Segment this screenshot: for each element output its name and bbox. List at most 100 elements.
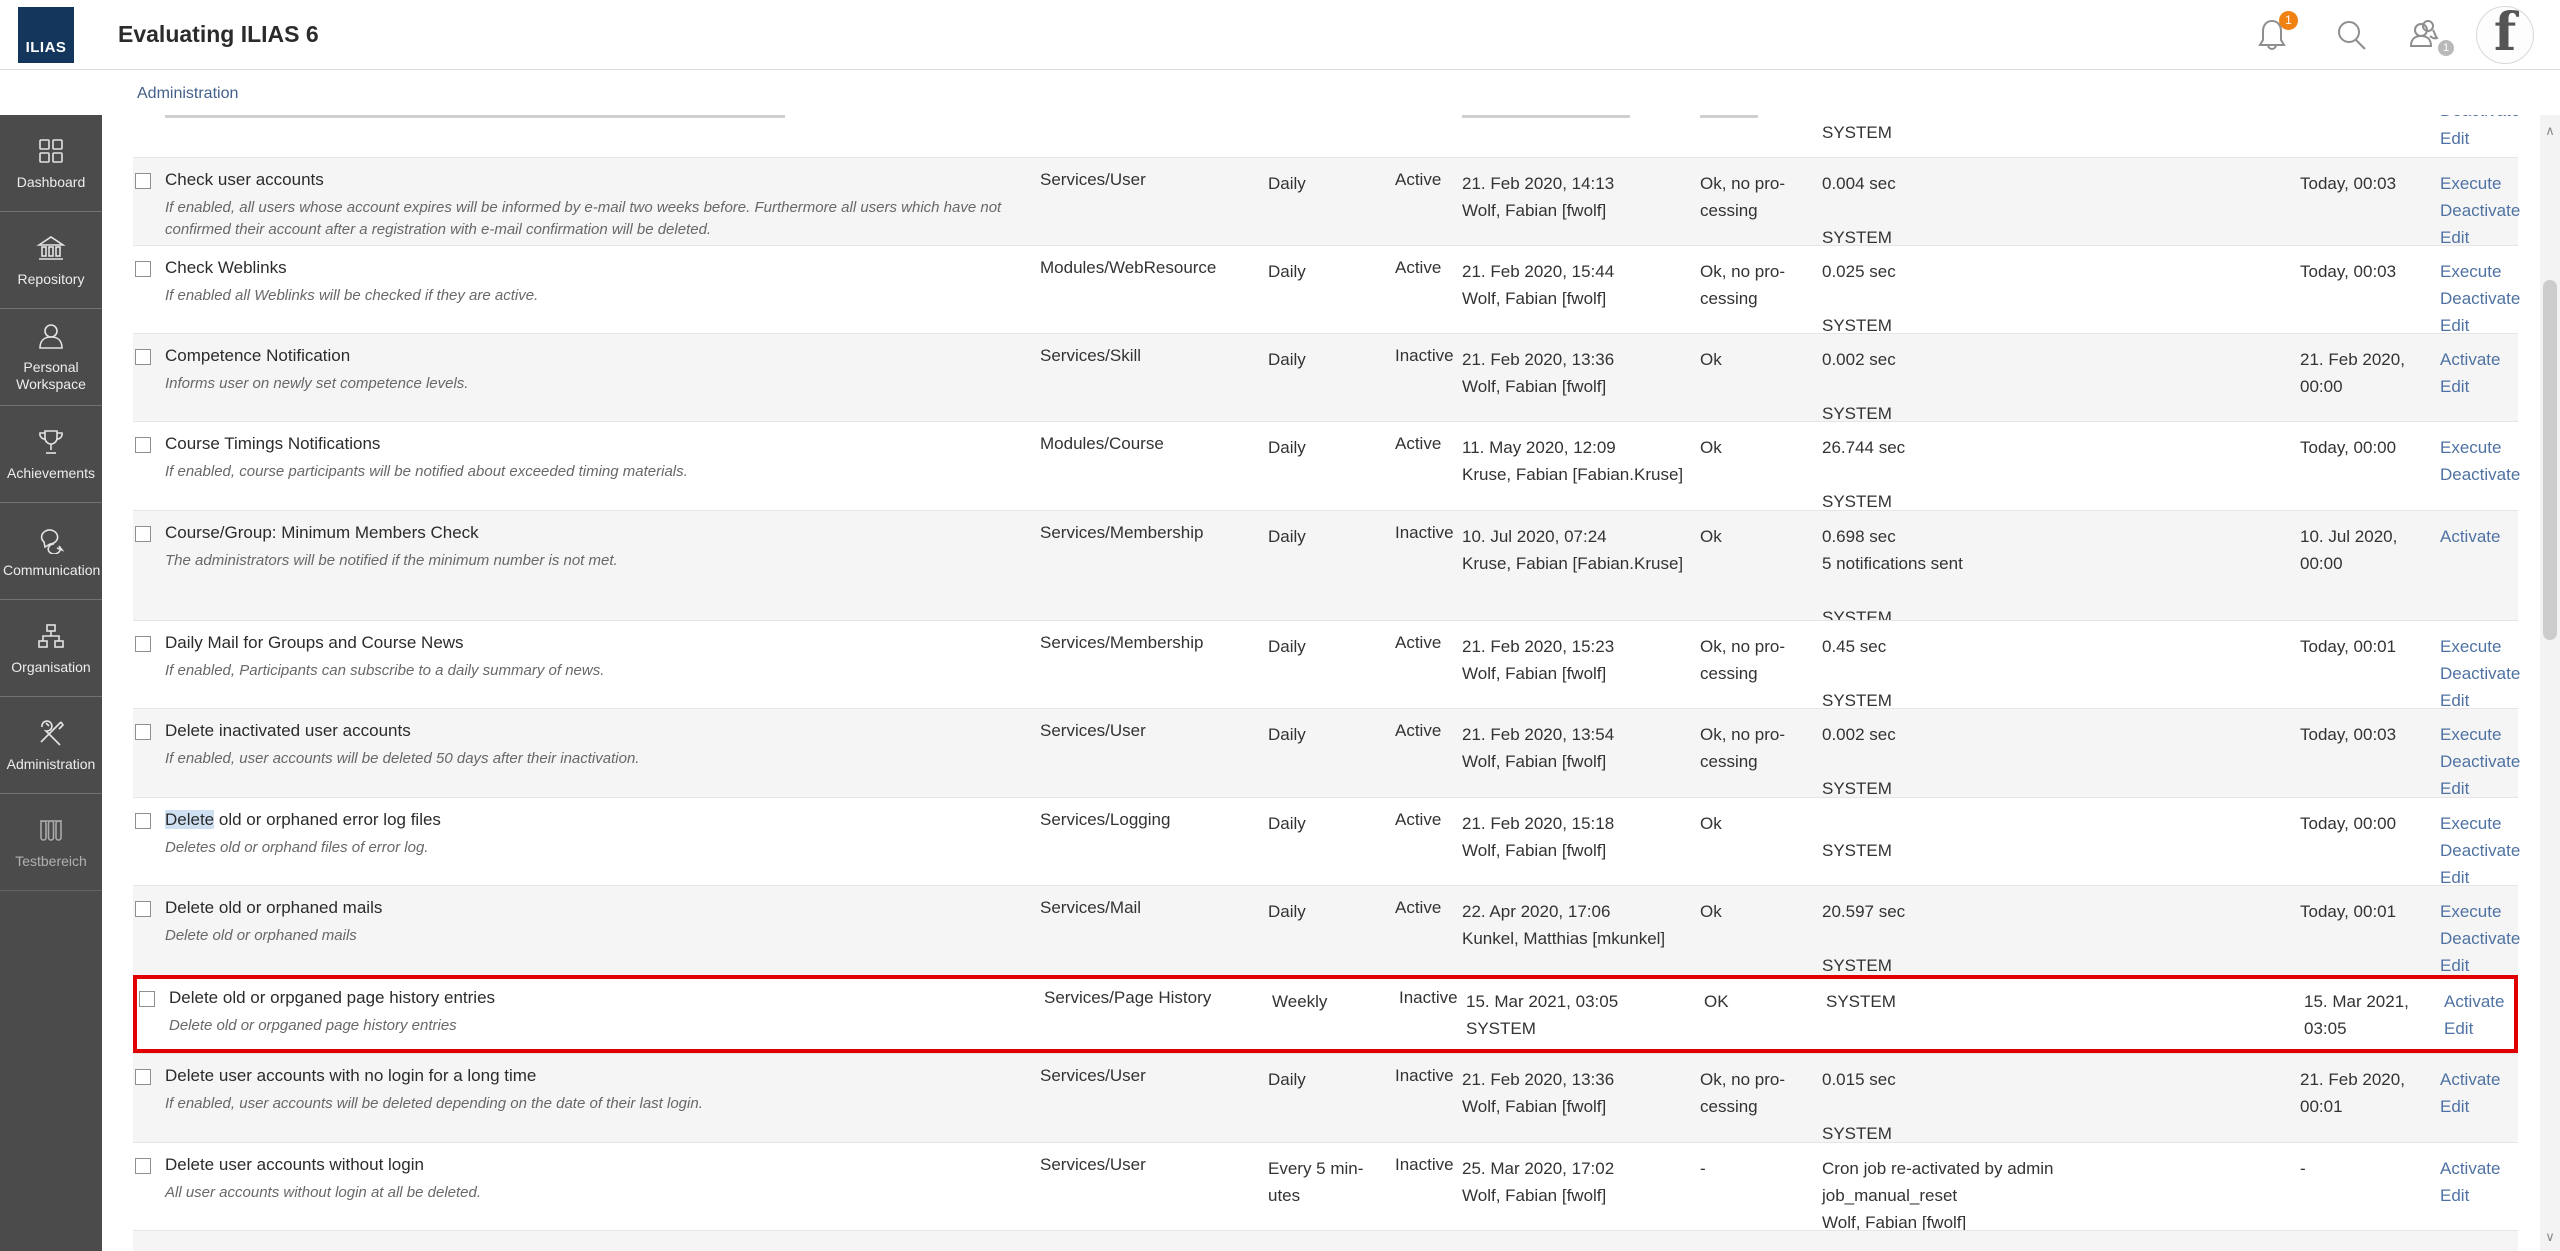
job-last-run: - xyxy=(2300,1155,2440,1236)
job-actions: Activate xyxy=(2440,523,2518,631)
job-component: Services/Logging xyxy=(1040,810,1268,891)
action-link-deactivate[interactable]: Deactivate xyxy=(2440,197,2518,224)
row-checkbox[interactable] xyxy=(135,724,151,740)
action-link-execute[interactable]: Execute xyxy=(2440,170,2518,197)
job-actions: ExecuteDeactivateEdit xyxy=(2440,633,2518,714)
action-link-execute[interactable]: Execute xyxy=(2440,898,2518,925)
action-link-edit[interactable]: Edit xyxy=(2440,1093,2518,1120)
row-checkbox[interactable] xyxy=(135,437,151,453)
action-link-edit[interactable]: Edit xyxy=(2444,1015,2522,1042)
ilias-logo[interactable]: ILIAS xyxy=(18,7,74,63)
action-link-execute[interactable]: Execute xyxy=(2440,258,2518,285)
scrollbar-thumb[interactable] xyxy=(2543,280,2557,640)
scroll-up-arrow[interactable]: ∧ xyxy=(2540,121,2560,141)
job-status: Inactive xyxy=(1395,1066,1462,1147)
sidebar-item-personal-workspace[interactable]: Personal Workspace xyxy=(0,309,102,406)
job-title: Course/Group: Minimum Members Check xyxy=(165,523,1040,543)
sidebar-item-repository[interactable]: Repository xyxy=(0,212,102,309)
sidebar-item-testbereich[interactable]: Testbereich xyxy=(0,794,102,891)
vertical-scrollbar[interactable]: ∧ ∨ xyxy=(2540,115,2560,1251)
notifications-button[interactable]: 1 xyxy=(2253,16,2291,54)
job-actions: ActivateEdit xyxy=(2440,1155,2518,1236)
job-result: Ok, no pro-cessing xyxy=(1700,170,1822,251)
task-cell: Course/Group: Minimum Members CheckThe a… xyxy=(165,523,1040,631)
job-result: Ok xyxy=(1700,523,1822,631)
job-result-info: 0.004 sec SYSTEM xyxy=(1822,170,2300,251)
action-link-execute[interactable]: Execute xyxy=(2440,434,2518,461)
job-description: Informs user on newly set competence lev… xyxy=(165,373,1015,395)
job-result: Ok, no pro-cessing xyxy=(1700,633,1822,714)
job-result: Ok xyxy=(1700,346,1822,427)
job-schedule: Daily xyxy=(1268,1066,1395,1147)
row-checkbox[interactable] xyxy=(135,901,151,917)
row-checkbox[interactable] xyxy=(135,526,151,542)
job-result: Ok, no pro-cessing xyxy=(1700,1066,1822,1147)
action-link-deactivate[interactable]: Deactivate xyxy=(2440,660,2518,687)
action-link-execute[interactable]: Execute xyxy=(2440,721,2518,748)
job-schedule: Every 5 min-utes xyxy=(1268,1155,1395,1236)
scroll-down-arrow[interactable]: ∨ xyxy=(2540,1227,2560,1247)
action-link-activate[interactable]: Activate xyxy=(2440,1066,2518,1093)
row-checkbox[interactable] xyxy=(135,261,151,277)
task-cell: Check WeblinksIf enabled all Weblinks wi… xyxy=(165,258,1040,339)
sidebar-item-communication[interactable]: Communication xyxy=(0,503,102,600)
search-button[interactable] xyxy=(2332,16,2370,54)
action-link-deactivate[interactable]: Deactivate xyxy=(2440,925,2518,952)
cron-job-row-partial: SYSTEM Deactivate Edit xyxy=(133,115,2518,157)
sidebar-item-organisation[interactable]: Organisation xyxy=(0,600,102,697)
action-link-edit[interactable]: Edit xyxy=(2440,373,2518,400)
job-result-info: 20.597 sec SYSTEM xyxy=(1822,898,2300,979)
job-status: Inactive xyxy=(1395,523,1462,631)
job-result-info: SYSTEM xyxy=(1822,810,2300,891)
job-actions: ExecuteDeactivateEdit xyxy=(2440,810,2518,891)
job-component: Services/User xyxy=(1040,170,1268,251)
job-schedule: Daily xyxy=(1268,633,1395,714)
action-link-deactivate[interactable]: Deactivate xyxy=(2440,461,2518,488)
sidebar-label: Testbereich xyxy=(3,853,99,870)
action-link-activate[interactable]: Activate xyxy=(2440,346,2518,373)
cron-job-row: Delete old or orphaned mailsDelete old o… xyxy=(133,885,2518,975)
action-link-deactivate[interactable]: Deactivate xyxy=(2440,285,2518,312)
checkbox-cell xyxy=(133,721,165,802)
row-checkbox[interactable] xyxy=(135,1158,151,1174)
checkbox-cell xyxy=(133,898,165,979)
sidebar-item-dashboard[interactable]: Dashboard xyxy=(0,115,102,212)
job-schedule: Daily xyxy=(1268,346,1395,427)
action-link-activate[interactable]: Activate xyxy=(2440,523,2518,550)
sidebar-item-achievements[interactable]: Achievements xyxy=(0,406,102,503)
row-checkbox[interactable] xyxy=(135,173,151,189)
job-status: Active xyxy=(1395,170,1462,251)
row-checkbox[interactable] xyxy=(135,1069,151,1085)
user-avatar[interactable]: f xyxy=(2476,6,2534,64)
row-checkbox[interactable] xyxy=(135,636,151,652)
sidebar-label: Communication xyxy=(3,562,99,579)
job-status-info: 21. Feb 2020, 13:36Wolf, Fabian [fwolf] xyxy=(1462,346,1700,427)
job-result: Ok xyxy=(1700,810,1822,891)
job-actions: ExecuteDeactivateEdit xyxy=(2440,898,2518,979)
action-link-execute[interactable]: Execute xyxy=(2440,633,2518,660)
job-description: If enabled, Participants can subscribe t… xyxy=(165,660,1015,682)
action-link-activate[interactable]: Activate xyxy=(2440,1155,2518,1182)
sidebar-item-administration[interactable]: Administration xyxy=(0,697,102,794)
cron-job-row: Course/Group: Minimum Members CheckThe a… xyxy=(133,510,2518,620)
sidebar-label: Achievements xyxy=(3,465,99,482)
action-link-deactivate[interactable]: Deactivate xyxy=(2440,115,2518,121)
person-icon xyxy=(36,321,66,351)
row-checkbox[interactable] xyxy=(135,813,151,829)
job-actions: ExecuteDeactivateEdit xyxy=(2440,721,2518,802)
row-checkbox[interactable] xyxy=(135,349,151,365)
row-checkbox[interactable] xyxy=(139,991,155,1007)
job-component: Services/Mail xyxy=(1040,898,1268,979)
checkbox-cell xyxy=(133,170,165,251)
action-link-edit[interactable]: Edit xyxy=(2440,129,2469,149)
action-link-edit[interactable]: Edit xyxy=(2440,1182,2518,1209)
breadcrumb-administration-link[interactable]: Administration xyxy=(137,85,238,103)
checkbox-cell xyxy=(133,523,165,631)
job-result-info: SYSTEM xyxy=(1822,123,1892,143)
action-link-activate[interactable]: Activate xyxy=(2444,988,2522,1015)
action-link-deactivate[interactable]: Deactivate xyxy=(2440,748,2518,775)
action-link-execute[interactable]: Execute xyxy=(2440,810,2518,837)
cron-job-row-partial-bottom xyxy=(133,1230,2518,1251)
contacts-button[interactable]: 1 xyxy=(2406,16,2444,54)
action-link-deactivate[interactable]: Deactivate xyxy=(2440,837,2518,864)
